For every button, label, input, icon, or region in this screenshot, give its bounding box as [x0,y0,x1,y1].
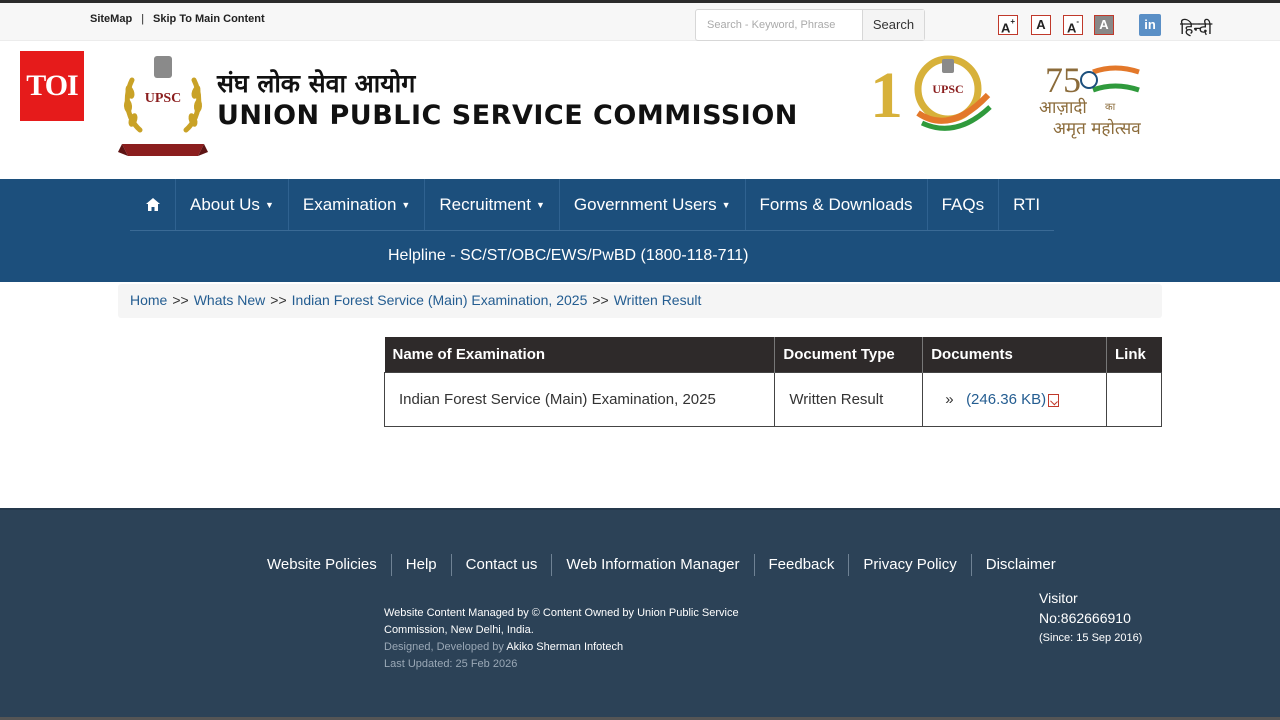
search-input[interactable] [696,10,862,40]
breadcrumb-exam[interactable]: Indian Forest Service (Main) Examination… [292,292,588,308]
footer-link-website-policies[interactable]: Website Policies [253,554,392,576]
breadcrumb-current[interactable]: Written Result [614,292,702,308]
chevron-down-icon: ▼ [264,200,274,210]
footer-managed-line1: Website Content Managed by © Content Own… [384,607,739,619]
search-button[interactable]: Search [862,10,924,40]
chevron-down-icon: ▼ [401,200,411,210]
visitor-number: No:862666910 [1039,610,1131,626]
header-name-of-examination: Name of Examination [384,337,776,372]
font-increase-button[interactable]: A+ [998,15,1018,35]
nav-about-us[interactable]: About Us ▼ [176,179,289,230]
footer-designed-prefix: Designed, Developed by [384,641,504,653]
footer: Website Policies Help Contact us Web Inf… [0,508,1280,720]
visitor-label: Visitor [1039,590,1078,606]
hindi-language-link[interactable]: हिन्दी [1180,16,1212,39]
footer-managed-line2: Commission, New Delhi, India. [384,624,534,636]
document-cell: » (246.36 KB) [922,371,1107,427]
table-header-row: Name of Examination Document Type Docume… [384,337,1162,372]
footer-link-privacy-policy[interactable]: Privacy Policy [849,554,972,576]
nav-rti[interactable]: RTI [999,179,1054,230]
footer-link-disclaimer[interactable]: Disclaimer [972,554,1070,576]
visitor-since: (Since: 15 Sep 2016) [1039,632,1143,644]
top-links: SiteMap | Skip To Main Content [90,13,265,25]
document-download-link[interactable]: (246.36 KB) [966,390,1060,408]
sitemap-link[interactable]: SiteMap [90,13,132,25]
table-row: Indian Forest Service (Main) Examination… [383,371,1162,427]
toi-logo: TOI [20,51,84,121]
search-box: Search [695,9,925,41]
breadcrumb-home[interactable]: Home [130,292,167,308]
footer-link-contact-us[interactable]: Contact us [452,554,553,576]
font-normal-label: A [1036,17,1046,32]
link-cell [1106,371,1162,427]
footer-link-help[interactable]: Help [392,554,452,576]
footer-last-updated: Last Updated: 25 Feb 2026 [384,658,518,670]
font-decrease-label: A [1066,20,1077,36]
header-documents: Documents [922,337,1107,372]
chevron-down-icon: ▼ [535,200,545,210]
contrast-button[interactable]: A [1094,15,1114,35]
font-decrease-button[interactable]: A- [1063,15,1083,35]
linkedin-icon[interactable]: in [1139,14,1161,36]
nav-recruitment-label: Recruitment [439,195,531,214]
top-bar: SiteMap | Skip To Main Content Search A+ A… [0,0,1280,41]
breadcrumb-separator: >> [592,292,609,308]
logo75-line2: अमृत महोत्सव [1053,118,1141,139]
logo75-ka: का [1105,102,1116,113]
english-title: UNION PUBLIC SERVICE COMMISSION [217,100,798,131]
nav-government-users[interactable]: Government Users ▼ [560,179,746,230]
hindi-title: संघ लोक सेवा आयोग [217,69,416,98]
exam-name-cell: Indian Forest Service (Main) Examination… [383,371,776,427]
breadcrumb: Home >> Whats New >> Indian Forest Service (… [118,284,1162,318]
skip-to-main-link[interactable]: Skip To Main Content [153,13,265,25]
document-type-cell: Written Result [774,371,924,427]
header-link: Link [1106,337,1162,372]
nav-examination[interactable]: Examination ▼ [289,179,426,230]
home-icon [145,198,160,211]
breadcrumb-separator: >> [172,292,189,308]
svg-text:1: 1 [870,59,903,132]
header-document-type: Document Type [774,337,924,372]
nav-home[interactable] [130,179,176,230]
emblem-text: UPSC [145,91,182,106]
footer-links: Website Policies Help Contact us Web Inf… [253,554,1070,576]
document-bullet: » [945,390,954,408]
results-table: Name of Examination Document Type Docume… [383,337,1162,427]
nav-forms-downloads[interactable]: Forms & Downloads [746,179,928,230]
pdf-icon [1048,393,1060,407]
breadcrumb-whats-new[interactable]: Whats New [194,292,266,308]
nav-government-users-label: Government Users [573,195,717,214]
logo100-text: UPSC [932,82,963,96]
nav-recruitment[interactable]: Recruitment ▼ [425,179,560,230]
visitor-counter: Visitor No:862666910 (Since: 15 Sep 2016… [1039,588,1142,648]
contrast-label: A [1099,17,1109,32]
footer-info: Website Content Managed by © Content Own… [384,605,764,673]
font-increase-label: A [1000,20,1011,36]
chevron-down-icon: ▼ [721,200,731,210]
footer-link-web-information-manager[interactable]: Web Information Manager [552,554,755,576]
svg-text:75: 75 [1045,60,1081,100]
logo75-line1: आज़ादी [1039,97,1087,118]
footer-link-feedback[interactable]: Feedback [755,554,850,576]
helpline-text: Helpline - SC/ST/OBC/EWS/PwBD (1800-118-… [388,247,749,264]
top-links-separator: | [141,13,145,25]
nav-faqs[interactable]: FAQs [928,179,1000,230]
azadi-ka-amrit-mahotsav-logo: 75 आज़ादी का अमृत महोत्सव [1039,60,1141,139]
nav-about-us-label: About Us [190,195,260,214]
nav-examination-label: Examination [302,195,397,214]
footer-designed-by[interactable]: Akiko Sherman Infotech [506,641,623,653]
upsc-emblem-logo[interactable]: UPSC [118,52,208,162]
nav-menu: About Us ▼ Examination ▼ Recruitment ▼ Gove… [130,179,1055,231]
font-normal-button[interactable]: A [1031,15,1051,35]
main-nav: About Us ▼ Examination ▼ Recruitment ▼ Gove… [0,179,1280,282]
breadcrumb-separator: >> [270,292,287,308]
upsc-100-years-logo: 1 UPSC [870,55,992,132]
document-size: (246.36 KB) [966,390,1047,408]
